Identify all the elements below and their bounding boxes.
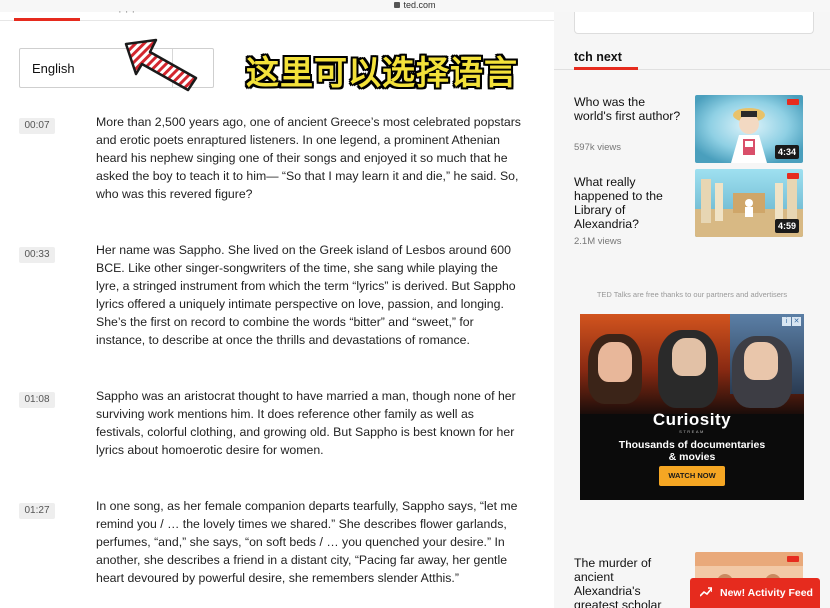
video-title[interactable]: Who was the world's first author? bbox=[574, 95, 682, 123]
ad-brand: Curiosity bbox=[652, 410, 732, 429]
timestamp-button[interactable]: 01:27 bbox=[19, 503, 55, 519]
tab-hint[interactable]: · · · bbox=[118, 6, 158, 16]
annotation-arrow-icon bbox=[124, 38, 198, 92]
video-card[interactable]: What really happened to the Library of A… bbox=[574, 169, 810, 249]
transcript-paragraph[interactable]: More than 2,500 years ago, one of ancien… bbox=[96, 113, 522, 203]
video-views: 597k views bbox=[574, 142, 621, 153]
timestamp-button[interactable]: 00:07 bbox=[19, 118, 55, 134]
trending-icon bbox=[700, 587, 712, 597]
ad-headline-2: & movies bbox=[668, 451, 716, 463]
ted-logo-icon bbox=[787, 173, 799, 179]
lock-icon bbox=[394, 2, 401, 8]
transcript-paragraph[interactable]: Sappho was an aristocrat thought to have… bbox=[96, 387, 522, 459]
video-thumbnail[interactable]: 4:59 bbox=[695, 169, 803, 237]
video-duration: 4:34 bbox=[774, 145, 799, 159]
transcript-pane: · · · English 00:07 More than 2,500 year… bbox=[0, 6, 554, 608]
watch-next-heading: tch next bbox=[574, 50, 622, 64]
transcript-paragraph[interactable]: In one song, as her female companion dep… bbox=[96, 497, 522, 587]
watch-next-underline bbox=[574, 67, 638, 70]
ad-headline: Thousands of documentaries bbox=[618, 439, 766, 451]
activity-feed-label: New! Activity Feed bbox=[720, 587, 813, 599]
timestamp-button[interactable]: 00:33 bbox=[19, 247, 55, 263]
ad-watch-now-button[interactable]: WATCH NOW bbox=[659, 466, 725, 486]
ad-info-icon[interactable]: i bbox=[782, 317, 791, 326]
video-duration: 4:59 bbox=[774, 219, 799, 233]
ad-brand-sub: STREAM bbox=[679, 429, 705, 434]
video-title[interactable]: The murder of ancient Alexandria's great… bbox=[574, 556, 682, 608]
ad-close-icon[interactable]: ✕ bbox=[792, 317, 801, 326]
timestamp-button[interactable]: 01:08 bbox=[19, 392, 55, 408]
sidebar-top-box bbox=[574, 12, 814, 34]
url-text: ted.com bbox=[403, 0, 436, 10]
ad-disclaimer: TED Talks are free thanks to our partner… bbox=[596, 290, 788, 299]
ad-person-face bbox=[598, 342, 632, 382]
advertisement-banner[interactable]: i ✕ Curiosity STREAM Thousands of docume… bbox=[580, 314, 804, 500]
transcript-paragraph[interactable]: Her name was Sappho. She lived on the Gr… bbox=[96, 241, 522, 349]
ad-person-face bbox=[672, 338, 706, 376]
sidebar: tch next Who was the world's first autho… bbox=[554, 12, 830, 608]
language-select-value: English bbox=[32, 61, 75, 76]
activity-feed-button[interactable]: New! Activity Feed bbox=[690, 578, 820, 608]
tab-divider bbox=[0, 20, 554, 21]
annotation-caption: 这里可以选择语言 bbox=[246, 53, 518, 92]
ad-person-face bbox=[744, 342, 778, 380]
ted-logo-icon bbox=[787, 556, 799, 562]
video-thumbnail[interactable]: 4:34 bbox=[695, 95, 803, 163]
ted-logo-icon bbox=[787, 99, 799, 105]
video-views: 2.1M views bbox=[574, 236, 622, 247]
video-card[interactable]: Who was the world's first author? 597k v… bbox=[574, 95, 810, 165]
tab-transcript-active[interactable] bbox=[14, 18, 80, 21]
video-title[interactable]: What really happened to the Library of A… bbox=[574, 175, 682, 231]
